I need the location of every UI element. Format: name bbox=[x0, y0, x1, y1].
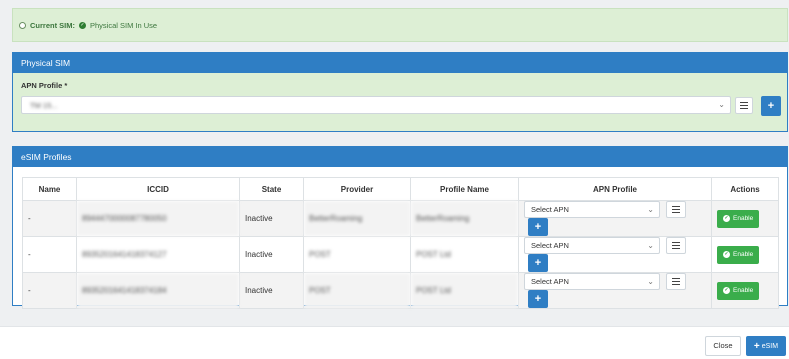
add-esim-button[interactable]: + eSIM bbox=[746, 336, 786, 356]
physical-sim-title: Physical SIM bbox=[13, 53, 787, 73]
row-actions: ✓ Enable bbox=[711, 236, 779, 273]
table-row: - 8935201641418374127 Inactive POST POST… bbox=[22, 236, 779, 273]
plus-icon: + bbox=[534, 293, 542, 305]
apn-list-button[interactable] bbox=[666, 237, 686, 254]
enable-label: Enable bbox=[733, 251, 754, 258]
row-apn-cell: Select APN ⌄ + bbox=[518, 236, 712, 273]
enable-label: Enable bbox=[733, 215, 754, 222]
column-header-profile-name: Profile Name bbox=[410, 177, 519, 201]
apn-profile-select[interactable]: TM 15... ⌄ bbox=[21, 96, 731, 114]
column-header-apn-profile: APN Profile bbox=[518, 177, 712, 201]
current-sim-banner: Current SIM: ✓ Physical SIM In Use bbox=[12, 8, 788, 42]
apn-add-button[interactable]: + bbox=[528, 218, 548, 236]
apn-list-button[interactable] bbox=[666, 273, 686, 290]
close-button[interactable]: Close bbox=[705, 336, 741, 356]
row-name: - bbox=[22, 200, 77, 237]
row-state: Inactive bbox=[239, 200, 304, 237]
column-header-iccid: ICCID bbox=[76, 177, 240, 201]
esim-profiles-title: eSIM Profiles bbox=[13, 147, 787, 167]
row-state: Inactive bbox=[239, 272, 304, 309]
row-iccid: 8935201641418374127 bbox=[76, 236, 240, 273]
check-circle-icon: ✓ bbox=[723, 215, 730, 222]
chevron-down-icon: ⌄ bbox=[647, 277, 654, 286]
check-circle-icon: ✓ bbox=[723, 251, 730, 258]
apn-list-button[interactable] bbox=[666, 201, 686, 218]
chevron-down-icon: ⌄ bbox=[718, 100, 725, 109]
select-apn-dropdown[interactable]: Select APN ⌄ bbox=[524, 237, 660, 254]
chevron-down-icon: ⌄ bbox=[647, 241, 654, 250]
row-iccid: 8935201641418374184 bbox=[76, 272, 240, 309]
chevron-down-icon: ⌄ bbox=[647, 205, 654, 214]
apn-add-button[interactable]: + bbox=[528, 254, 548, 272]
enable-button[interactable]: ✓ Enable bbox=[717, 281, 760, 300]
row-profile-name: BetterRoaming bbox=[410, 200, 519, 237]
row-name: - bbox=[22, 272, 77, 309]
radio-icon[interactable] bbox=[19, 21, 26, 29]
list-icon bbox=[672, 278, 680, 285]
enable-label: Enable bbox=[733, 287, 754, 294]
column-header-state: State bbox=[239, 177, 304, 201]
select-apn-dropdown[interactable]: Select APN ⌄ bbox=[524, 201, 660, 218]
apn-profile-label: APN Profile * bbox=[21, 81, 68, 90]
plus-icon: + bbox=[534, 257, 542, 269]
row-profile-name: POST Ltd bbox=[410, 272, 519, 309]
plus-icon: + bbox=[534, 221, 542, 233]
row-name: - bbox=[22, 236, 77, 273]
enable-button[interactable]: ✓ Enable bbox=[717, 245, 760, 264]
esim-profiles-table: Name ICCID State Provider Profile Name A… bbox=[22, 177, 779, 309]
enable-button[interactable]: ✓ Enable bbox=[717, 209, 760, 228]
row-actions: ✓ Enable bbox=[711, 200, 779, 237]
current-sim-label: Current SIM: bbox=[30, 20, 75, 30]
row-state: Inactive bbox=[239, 236, 304, 273]
column-header-name: Name bbox=[22, 177, 77, 201]
select-apn-value: Select APN bbox=[531, 205, 569, 214]
column-header-actions: Actions bbox=[711, 177, 779, 201]
row-iccid: 8944470000087780050 bbox=[76, 200, 240, 237]
row-provider: POST bbox=[303, 272, 411, 309]
table-row: - 8935201641418374184 Inactive POST POST… bbox=[22, 272, 779, 309]
table-header-row: Name ICCID State Provider Profile Name A… bbox=[22, 177, 779, 201]
select-apn-value: Select APN bbox=[531, 241, 569, 250]
esim-profiles-panel: eSIM Profiles Name ICCID State Provider … bbox=[12, 146, 788, 309]
row-apn-cell: Select APN ⌄ + bbox=[518, 200, 712, 237]
plus-icon: + bbox=[767, 100, 775, 112]
column-header-provider: Provider bbox=[303, 177, 411, 201]
list-icon bbox=[672, 242, 680, 249]
apn-add-button[interactable]: + bbox=[761, 96, 781, 116]
apn-profile-value: TM 15... bbox=[30, 100, 58, 110]
list-icon bbox=[740, 102, 748, 109]
row-profile-name: POST Ltd bbox=[410, 236, 519, 273]
table-row: - 8944470000087780050 Inactive BetterRoa… bbox=[22, 200, 779, 237]
check-circle-icon: ✓ bbox=[723, 287, 730, 294]
modal-footer: Close + eSIM bbox=[0, 326, 789, 359]
row-provider: POST bbox=[303, 236, 411, 273]
apn-add-button[interactable]: + bbox=[528, 290, 548, 308]
row-actions: ✓ Enable bbox=[711, 272, 779, 309]
add-esim-label: eSIM bbox=[761, 342, 779, 350]
plus-icon: + bbox=[753, 340, 760, 352]
check-circle-icon: ✓ bbox=[79, 21, 86, 29]
apn-list-button[interactable] bbox=[735, 97, 753, 114]
physical-sim-panel: Physical SIM APN Profile * TM 15... ⌄ + bbox=[12, 52, 788, 132]
row-apn-cell: Select APN ⌄ + bbox=[518, 272, 712, 309]
current-sim-status: Physical SIM In Use bbox=[90, 20, 158, 30]
select-apn-value: Select APN bbox=[531, 277, 569, 286]
select-apn-dropdown[interactable]: Select APN ⌄ bbox=[524, 273, 660, 290]
row-provider: BetterRoaming bbox=[303, 200, 411, 237]
list-icon bbox=[672, 206, 680, 213]
